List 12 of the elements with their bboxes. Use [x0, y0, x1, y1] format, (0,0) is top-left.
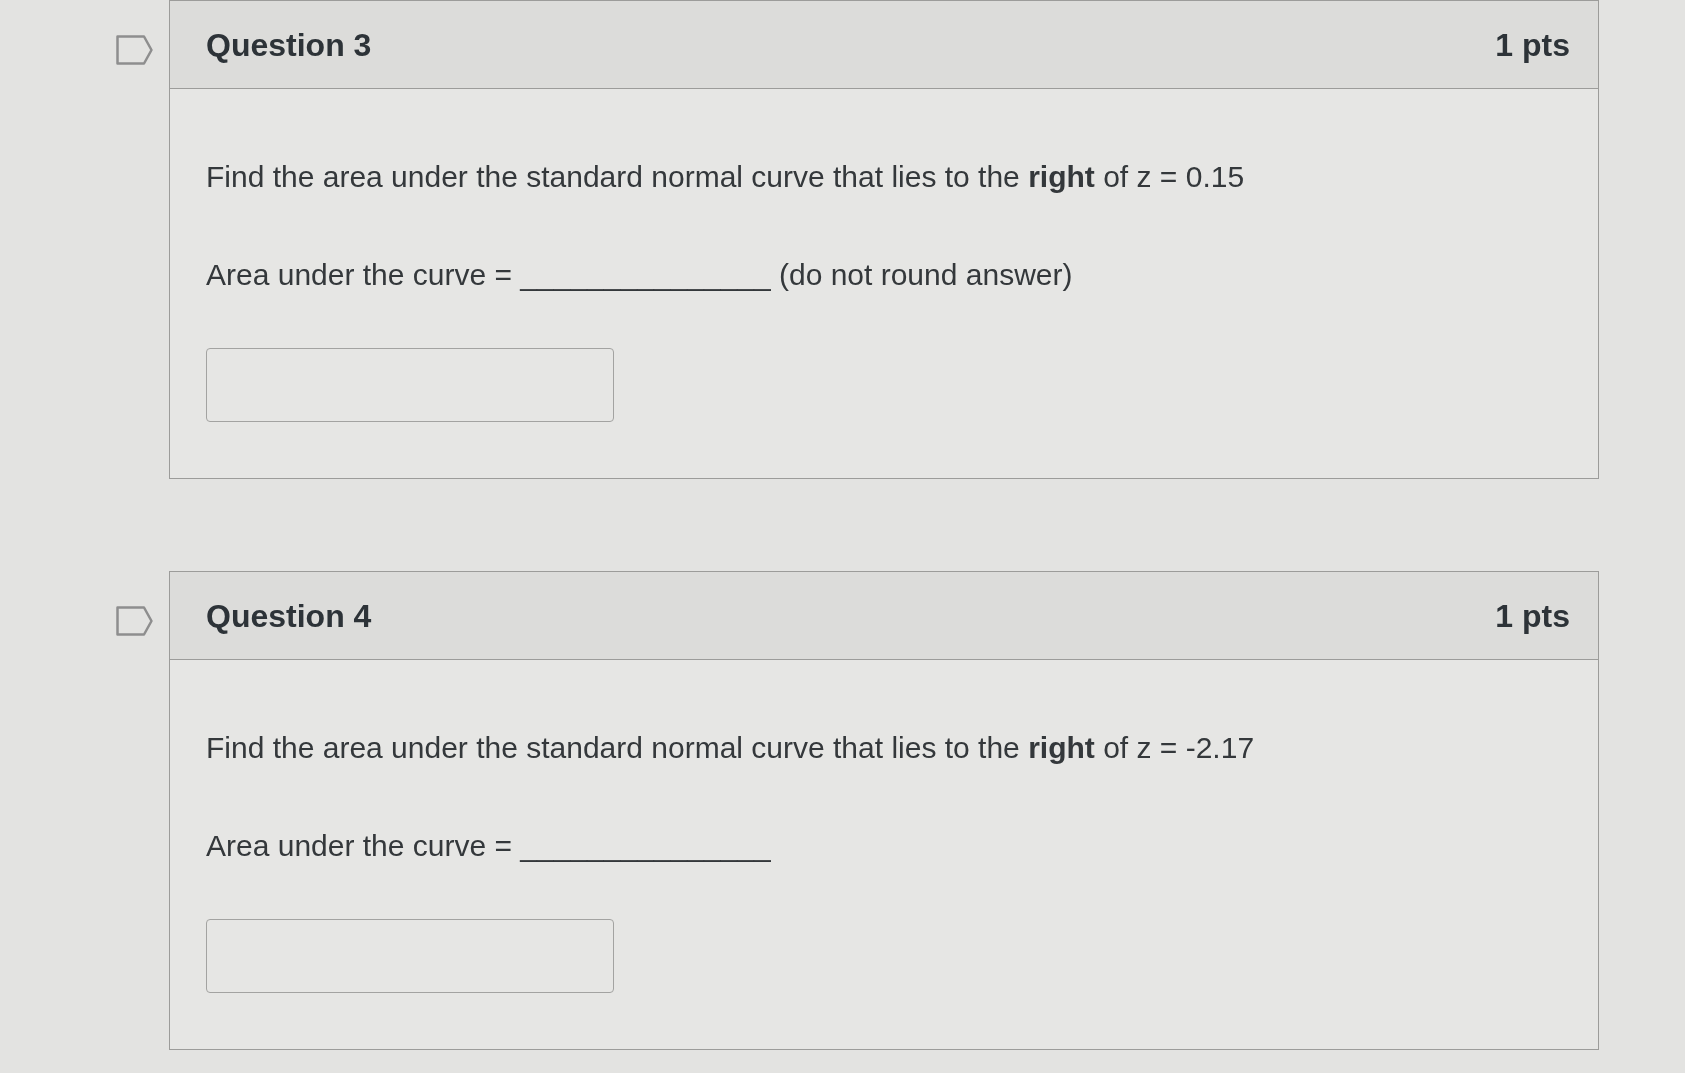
answer-prompt: Area under the curve = _______________ [206, 828, 771, 864]
question-title: Question 3 [206, 25, 372, 65]
answer-field[interactable] [206, 348, 614, 422]
question-text: Find the area under the standard normal curve that lies to the right of z = 0.15 [206, 159, 1245, 195]
points-label: 1 pts [1495, 25, 1570, 65]
flag-icon[interactable] [116, 606, 153, 636]
question-title: Question 4 [206, 596, 372, 636]
answer-prompt: Area under the curve = _______________ (do not round answer) [206, 257, 1073, 293]
points-label: 1 pts [1495, 596, 1570, 636]
flag-icon[interactable] [116, 35, 153, 65]
question-text: Find the area under the standard normal curve that lies to the right of z = -2.17 [206, 730, 1255, 766]
answer-field[interactable] [206, 919, 614, 993]
